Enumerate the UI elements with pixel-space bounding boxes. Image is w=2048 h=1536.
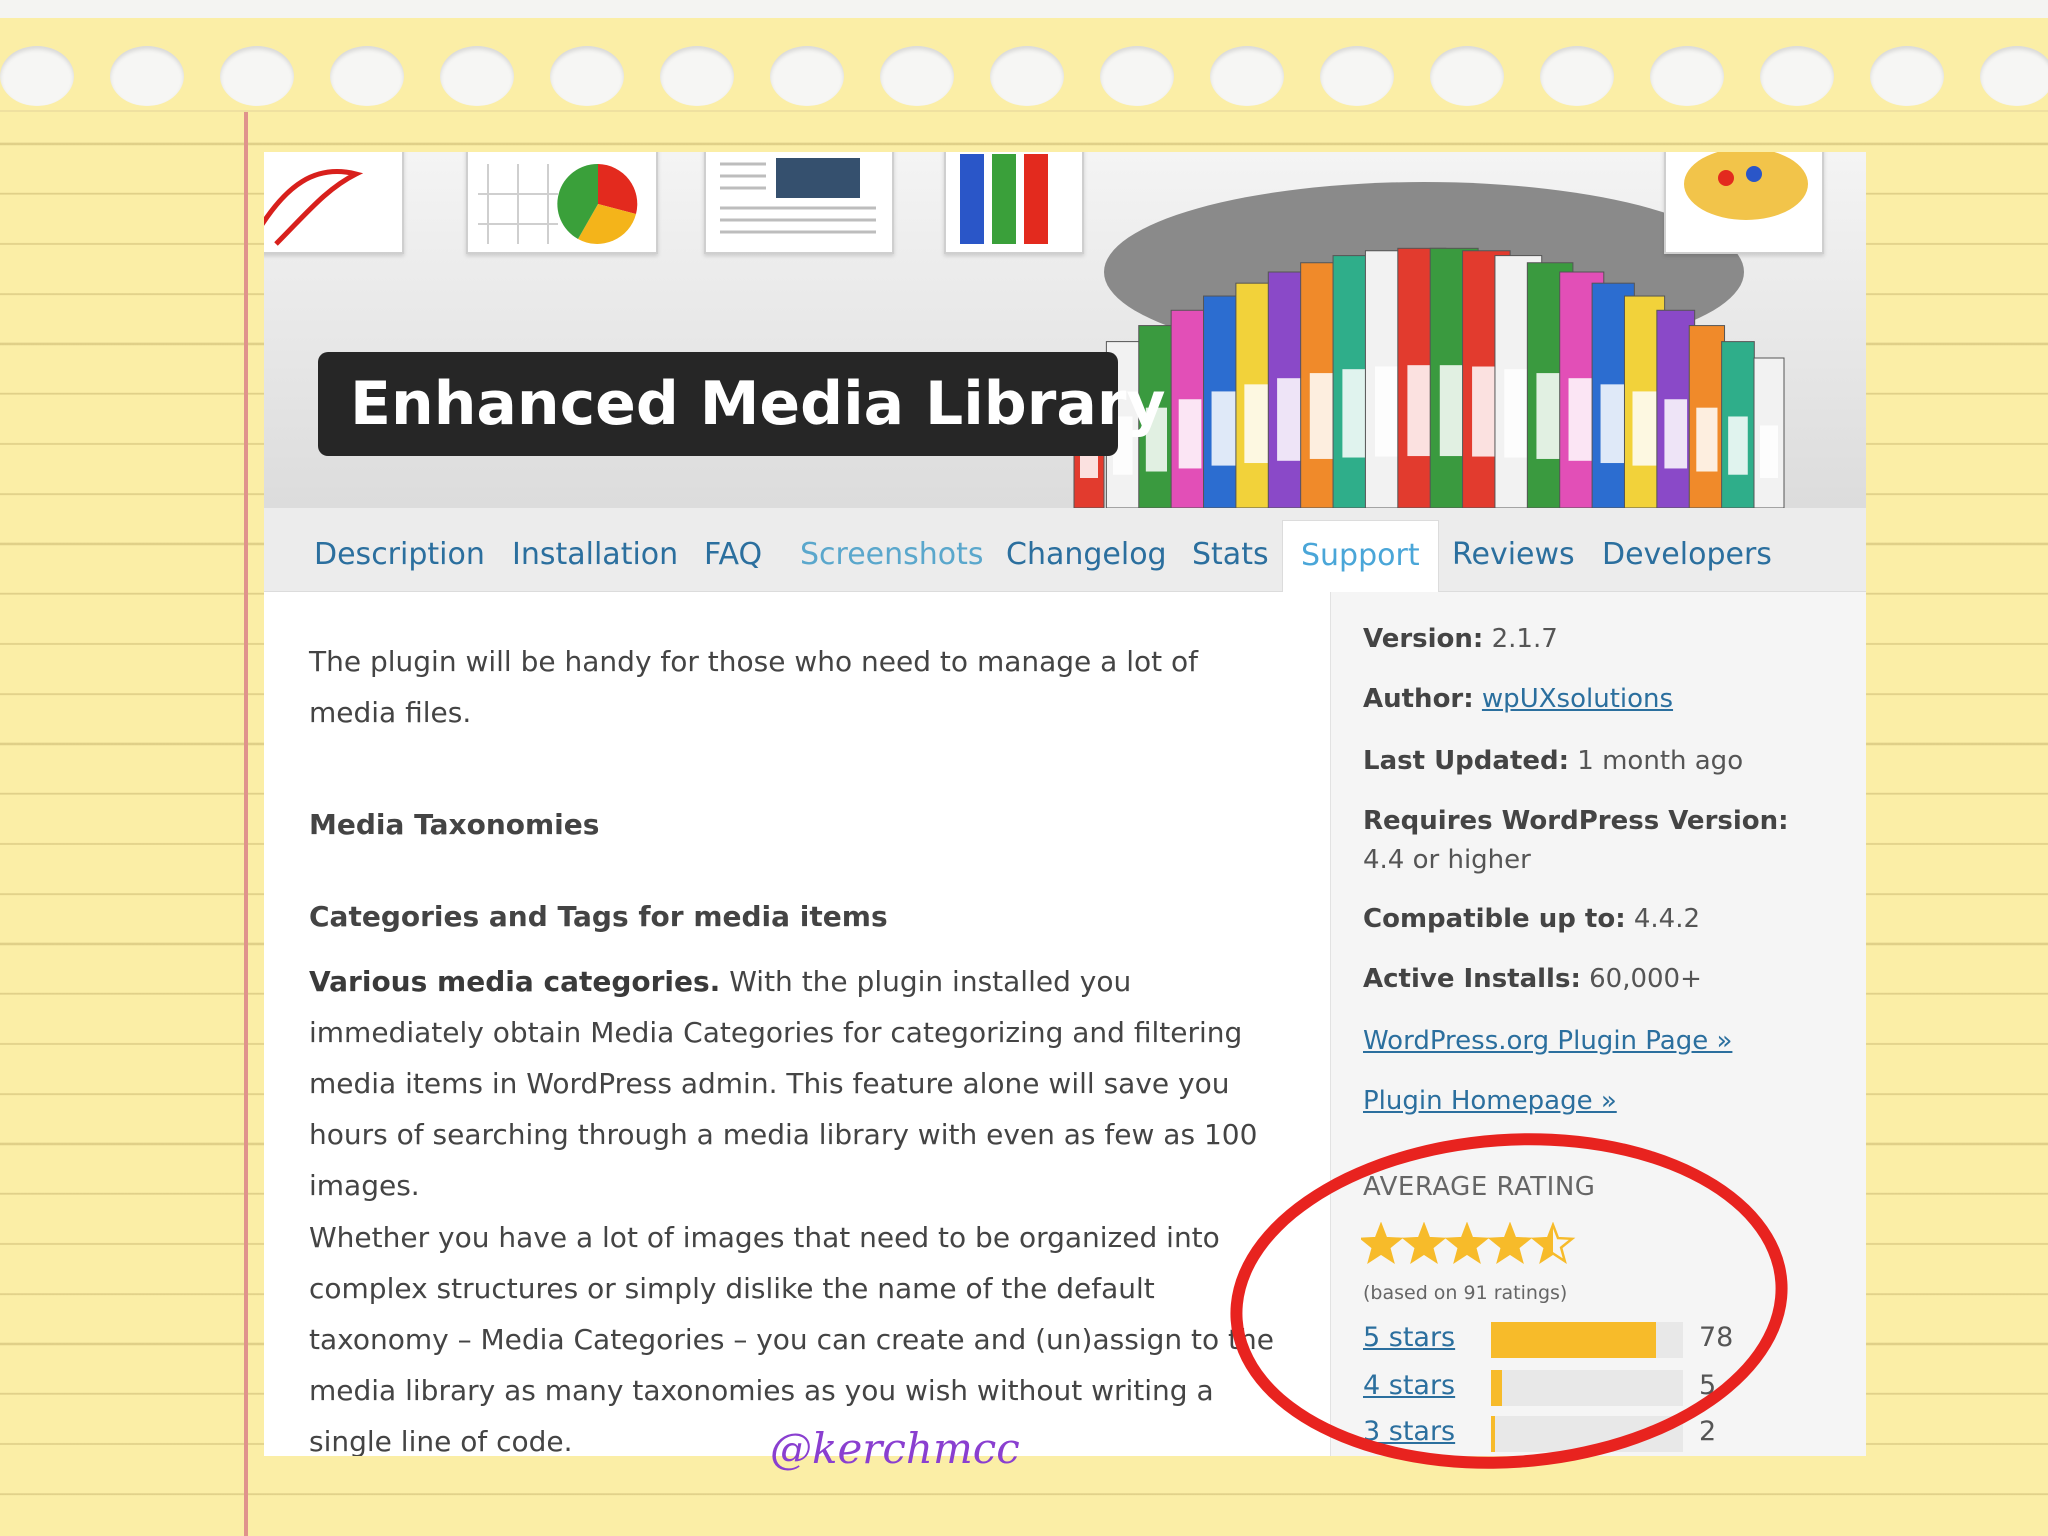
plugin-page-link[interactable]: WordPress.org Plugin Page » — [1363, 1026, 1732, 1056]
meta-version: Version: 2.1.7 — [1363, 624, 1558, 654]
pdf-thumbnail — [264, 152, 404, 254]
binder-label — [1568, 378, 1595, 461]
binder-hole — [1980, 46, 2048, 106]
binder-hole — [880, 46, 954, 106]
rating-count-3: 2 — [1699, 1416, 1717, 1447]
paragraph-lead: Various media categories. — [309, 965, 721, 998]
binder-label — [1600, 384, 1626, 464]
binder-hole — [1650, 46, 1724, 106]
tab-developers[interactable]: Developers — [1602, 520, 1772, 592]
homepage-link-row: Plugin Homepage » — [1363, 1082, 1843, 1121]
watermark-handle: @kerchmcc — [770, 1424, 1020, 1473]
binder-hole — [1100, 46, 1174, 106]
binder-hole — [1210, 46, 1284, 106]
binder-hole — [1760, 46, 1834, 106]
chart-thumbnail — [466, 152, 658, 254]
binder-label — [1178, 399, 1202, 469]
tab-support[interactable]: Support — [1282, 520, 1439, 592]
meta-compatible: Compatible up to: 4.4.2 — [1363, 904, 1701, 934]
binder-label — [1277, 378, 1304, 461]
binder-label — [1696, 407, 1718, 472]
binder-hole — [1430, 46, 1504, 106]
binder-label — [1760, 425, 1778, 478]
meta-author: Author: wpUXsolutions — [1363, 684, 1674, 714]
meta-last-updated: Last Updated: 1 month ago — [1363, 746, 1744, 776]
notebook-top-strip — [0, 0, 2048, 112]
binder-label — [1728, 416, 1748, 475]
section-heading-categories: Categories and Tags for media items — [309, 900, 888, 933]
binder-label — [1211, 391, 1236, 466]
tab-screenshots[interactable]: Screenshots — [800, 520, 984, 592]
tab-installation[interactable]: Installation — [512, 520, 678, 592]
tab-changelog[interactable]: Changelog — [1006, 520, 1167, 592]
torn-paper-edge — [0, 0, 2048, 18]
paper-margin-line — [244, 112, 248, 1536]
plugin-homepage-link[interactable]: Plugin Homepage » — [1363, 1086, 1617, 1116]
plugin-title: Enhanced Media Library — [318, 352, 1166, 456]
tab-faq[interactable]: FAQ — [704, 520, 762, 592]
binder-hole — [110, 46, 184, 106]
binder-hole — [1320, 46, 1394, 106]
section-heading-taxonomies: Media Taxonomies — [309, 808, 600, 841]
meta-requires: Requires WordPress Version: 4.4 or highe… — [1363, 806, 1789, 875]
paragraph-taxonomies: Whether you have a lot of images that ne… — [309, 1221, 1274, 1456]
binder-hole — [330, 46, 404, 106]
author-link[interactable]: wpUXsolutions — [1482, 684, 1673, 714]
palette-thumbnail — [1664, 152, 1824, 254]
binder-label — [1244, 384, 1270, 464]
binder-hole — [660, 46, 734, 106]
binder-hole — [440, 46, 514, 106]
document-thumbnail — [704, 152, 894, 254]
description-content: The plugin will be handy for those who n… — [309, 592, 1309, 1456]
binder-hole — [220, 46, 294, 106]
plugin-banner: Enhanced Media Library — [264, 152, 1866, 508]
paragraph-body: With the plugin installed you immediatel… — [309, 965, 1258, 1202]
tab-reviews[interactable]: Reviews — [1452, 520, 1575, 592]
binder-hole — [990, 46, 1064, 106]
binder-hole — [770, 46, 844, 106]
plugin-tabs: Description Installation FAQ Screenshots… — [264, 508, 1866, 592]
tab-description[interactable]: Description — [314, 520, 485, 592]
tab-stats[interactable]: Stats — [1192, 520, 1269, 592]
binder-label — [1664, 399, 1688, 469]
binder-hole — [1870, 46, 1944, 106]
plugin-page-link-row: WordPress.org Plugin Page » — [1363, 1022, 1843, 1061]
binder-hole — [0, 46, 74, 106]
binder-label — [1632, 391, 1657, 466]
binder-hole — [1540, 46, 1614, 106]
paragraph-media-categories: Various media categories. With the plugi… — [309, 956, 1299, 1211]
meta-active-installs: Active Installs: 60,000+ — [1363, 964, 1702, 994]
binder-hole — [550, 46, 624, 106]
intro-paragraph: The plugin will be handy for those who n… — [309, 645, 1199, 729]
